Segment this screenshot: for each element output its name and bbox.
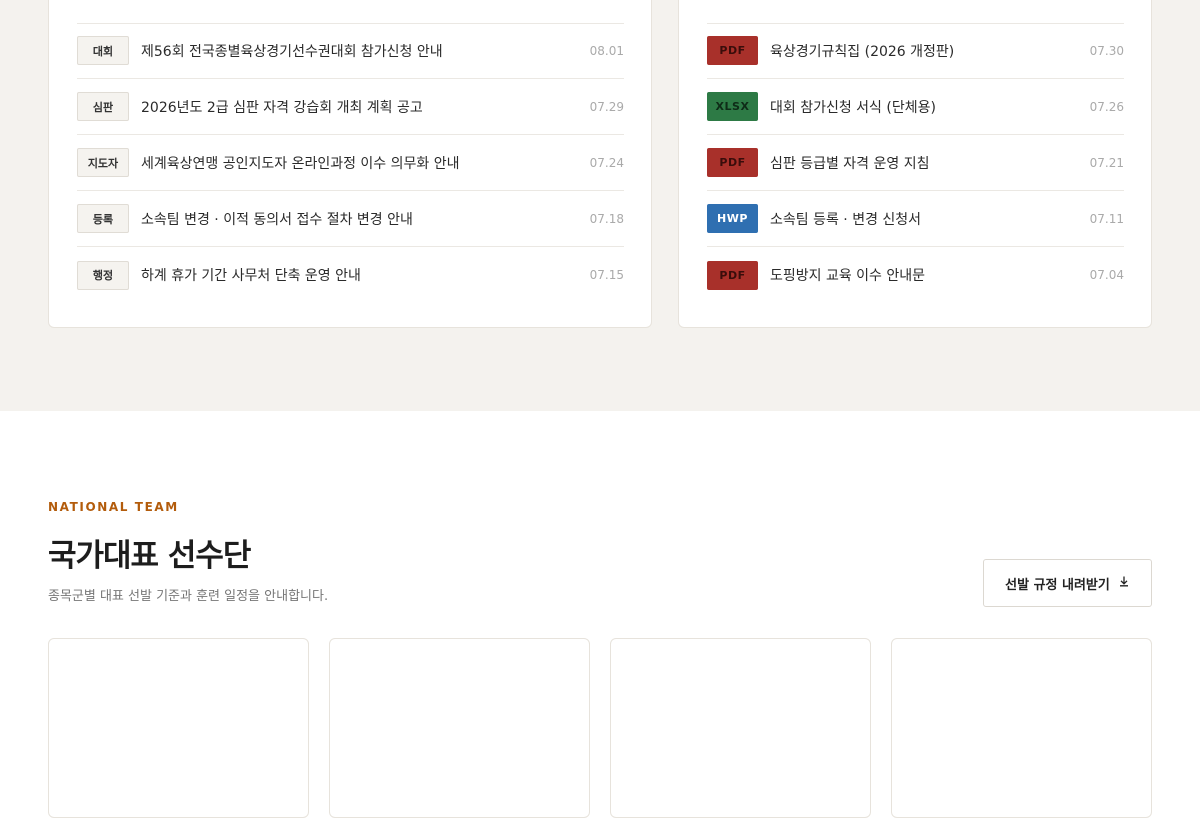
notice-date: 08.01 xyxy=(589,43,624,58)
section-title: 국가대표 선수단 xyxy=(48,538,251,574)
download-rules-label: 선발 규정 내려받기 xyxy=(1005,577,1110,593)
notice-row[interactable]: 지도자 세계육상연맹 공인지도자 온라인과정 이수 의무화 안내 07.24 xyxy=(77,135,624,191)
download-icon xyxy=(1118,575,1130,591)
notice-title[interactable]: 2026년도 2급 심판 자격 강습회 개최 계획 공고 xyxy=(141,97,580,117)
notice-date: 07.15 xyxy=(589,268,624,282)
downloads-panel: PDF 육상경기규칙집 (2026 개정판) 07.30 XLSX 대회 참가신… xyxy=(678,0,1152,328)
notice-title[interactable]: 소속팀 변경 · 이적 동의서 접수 절차 변경 안내 xyxy=(141,209,580,229)
download-date: 07.11 xyxy=(1089,211,1124,226)
download-row[interactable]: PDF 심판 등급별 자격 운영 지침 07.21 xyxy=(707,135,1124,191)
download-date: 07.26 xyxy=(1089,99,1124,114)
category-tag: 행정 xyxy=(77,260,129,290)
download-title[interactable]: 대회 참가신청 서식 (단체용) xyxy=(770,97,1080,117)
notice-date: 07.24 xyxy=(589,155,624,170)
file-type-badge: PDF xyxy=(707,260,758,290)
notice-title[interactable]: 하계 휴가 기간 사무처 단축 운영 안내 xyxy=(141,265,580,285)
category-tag: 대회 xyxy=(77,36,129,65)
category-tag: 심판 xyxy=(77,92,129,121)
download-date: 07.04 xyxy=(1089,268,1124,282)
download-row[interactable]: PDF 도핑방지 교육 이수 안내문 07.04 xyxy=(707,247,1124,303)
notice-title[interactable]: 세계육상연맹 공인지도자 온라인과정 이수 의무화 안내 xyxy=(141,153,580,173)
download-rules-button[interactable]: 선발 규정 내려받기 xyxy=(983,559,1152,607)
notice-row[interactable]: 심판 2026년도 2급 심판 자격 강습회 개최 계획 공고 07.29 xyxy=(77,79,624,135)
download-date: 07.30 xyxy=(1089,43,1124,58)
notice-row[interactable]: 행정 하계 휴가 기간 사무처 단축 운영 안내 07.15 xyxy=(77,247,624,303)
section-eyebrow: NATIONAL TEAM xyxy=(48,500,179,514)
category-tag: 지도자 xyxy=(77,148,129,177)
download-date: 07.21 xyxy=(1089,155,1124,170)
notice-row[interactable]: 등록 소속팀 변경 · 이적 동의서 접수 절차 변경 안내 07.18 xyxy=(77,191,624,247)
notice-date: 07.18 xyxy=(589,211,624,226)
download-title[interactable]: 육상경기규칙집 (2026 개정판) xyxy=(770,41,1080,61)
download-title[interactable]: 소속팀 등록 · 변경 신청서 xyxy=(770,209,1080,229)
download-title[interactable]: 도핑방지 교육 이수 안내문 xyxy=(770,265,1080,285)
download-row[interactable]: HWP 소속팀 등록 · 변경 신청서 07.11 xyxy=(707,191,1124,247)
section-subtitle: 종목군별 대표 선발 기준과 훈련 일정을 안내합니다. xyxy=(48,589,329,604)
notice-row[interactable]: 대회 제56회 전국종별육상경기선수권대회 참가신청 안내 08.01 xyxy=(77,23,624,79)
notices-panel: 대회 제56회 전국종별육상경기선수권대회 참가신청 안내 08.01 심판 2… xyxy=(48,0,652,328)
team-card[interactable] xyxy=(610,638,871,818)
team-card[interactable] xyxy=(891,638,1152,818)
team-card[interactable] xyxy=(48,638,309,818)
category-tag: 등록 xyxy=(77,204,129,233)
file-type-badge: XLSX xyxy=(707,92,758,121)
notice-title[interactable]: 제56회 전국종별육상경기선수권대회 참가신청 안내 xyxy=(141,41,580,61)
notice-date: 07.29 xyxy=(589,99,624,114)
file-type-badge: PDF xyxy=(707,148,758,177)
download-row[interactable]: XLSX 대회 참가신청 서식 (단체용) 07.26 xyxy=(707,79,1124,135)
file-type-badge: HWP xyxy=(707,204,758,233)
download-row[interactable]: PDF 육상경기규칙집 (2026 개정판) 07.30 xyxy=(707,23,1124,79)
file-type-badge: PDF xyxy=(707,36,758,65)
download-title[interactable]: 심판 등급별 자격 운영 지침 xyxy=(770,153,1080,173)
team-card[interactable] xyxy=(329,638,590,818)
